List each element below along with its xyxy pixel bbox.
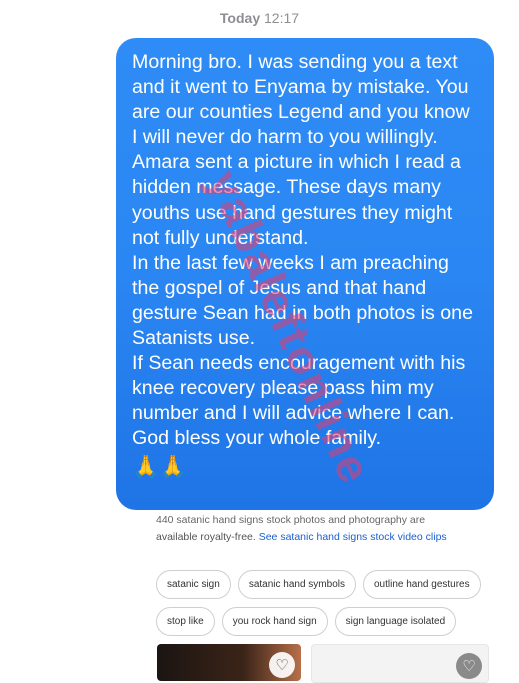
chip-stop-like[interactable]: stop like [156, 607, 215, 636]
chip-outline-hand-gestures[interactable]: outline hand gestures [362, 570, 481, 599]
timestamp: Today 12:17 [0, 10, 519, 26]
results-count-text: 440 satanic hand signs stock photos and … [156, 514, 426, 526]
timestamp-day: Today [219, 10, 261, 26]
chip-row: satanic sign satanic hand symbols outlin… [156, 570, 486, 599]
video-clips-link[interactable]: See satanic hand signs stock video clips [259, 531, 447, 543]
related-search-chips: satanic sign satanic hand symbols outlin… [156, 570, 486, 644]
message-paragraph: Amara sent a picture in which I read a h… [132, 151, 461, 249]
message-paragraph: In the last few weeks I am preaching the… [132, 251, 473, 350]
message-bubble[interactable]: Morning bro. I was sending you a text an… [116, 38, 494, 510]
chip-you-rock-hand-sign[interactable]: you rock hand sign [221, 607, 328, 636]
chip-satanic-hand-symbols[interactable]: satanic hand symbols [237, 570, 356, 599]
result-thumbnail[interactable]: ♡ [311, 644, 489, 683]
timestamp-time: 12:17 [264, 10, 300, 26]
heart-icon[interactable]: ♡ [456, 653, 482, 679]
chip-satanic-sign[interactable]: satanic sign [156, 570, 231, 599]
chip-row: stop like you rock hand sign sign langua… [156, 607, 486, 636]
result-thumbnail[interactable]: ♡ [157, 644, 301, 681]
chip-sign-language-isolated[interactable]: sign language isolated [334, 607, 457, 636]
praying-hands-emoji: 🙏🙏 [132, 453, 187, 479]
search-results-text: 440 satanic hand signs stock photos and … [156, 512, 486, 546]
message-paragraph: If Sean needs encouragement with his kne… [132, 352, 466, 450]
royalty-free-text: available royalty-free. [156, 531, 256, 543]
message-paragraph: Morning bro. I was sending you a text an… [132, 51, 470, 149]
heart-icon[interactable]: ♡ [269, 652, 295, 678]
